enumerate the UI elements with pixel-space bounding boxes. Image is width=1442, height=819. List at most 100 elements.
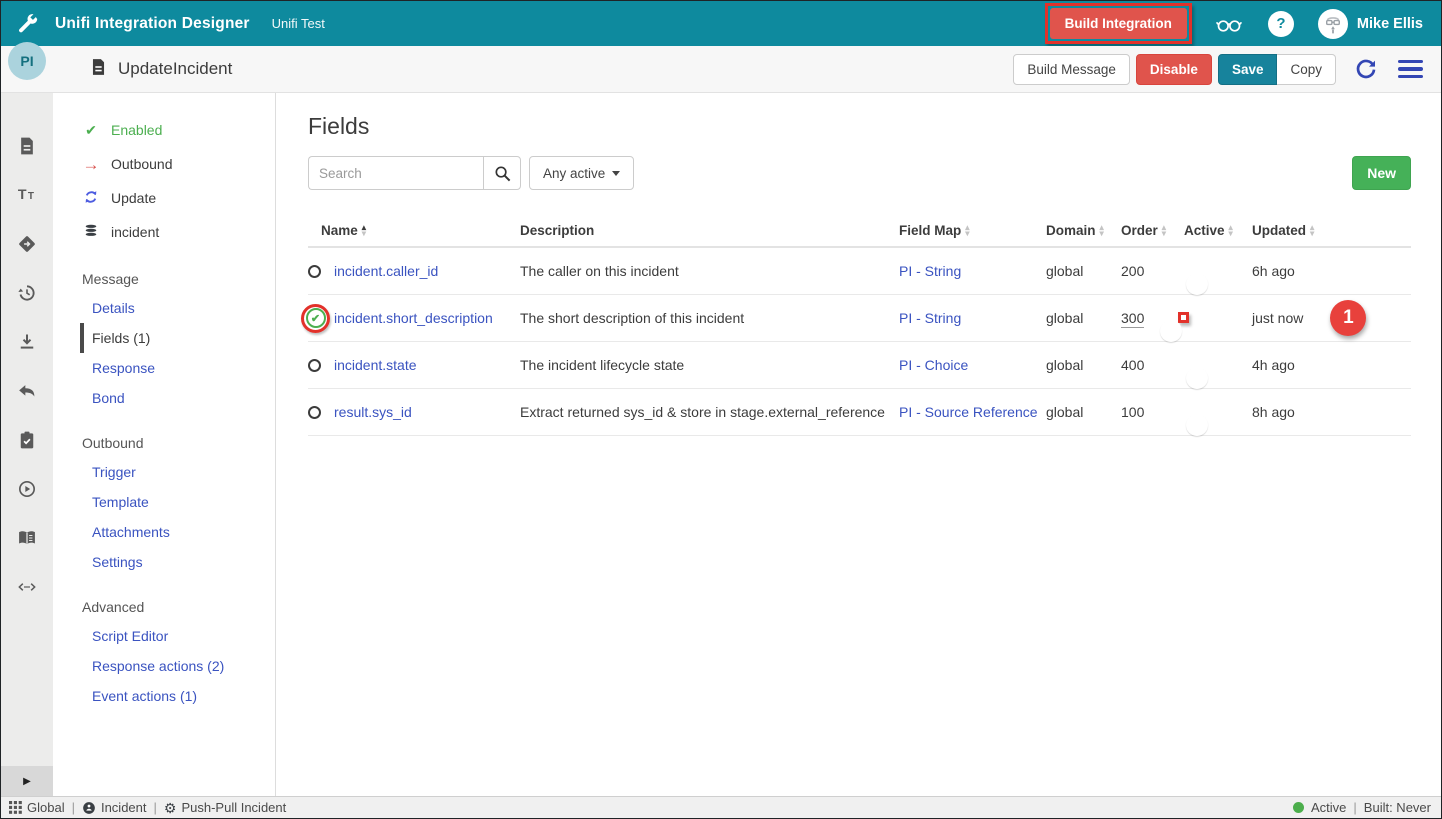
field-order: 400 bbox=[1121, 357, 1184, 373]
annotation-box-build-integration: Build Integration bbox=[1045, 3, 1192, 44]
download-icon[interactable] bbox=[16, 331, 38, 353]
search-icon[interactable] bbox=[483, 156, 521, 190]
sort-carets-icon: ▴▾ bbox=[1229, 224, 1233, 236]
nav-status-enabled[interactable]: ✔ Enabled bbox=[53, 113, 275, 147]
column-header-description[interactable]: Description bbox=[520, 223, 899, 238]
rail-collapse-button[interactable]: ▶ bbox=[1, 766, 53, 796]
refresh-icon[interactable] bbox=[1354, 57, 1378, 81]
table-header-row: Name ▴▾ Description Field Map ▴▾ Domain … bbox=[308, 214, 1411, 248]
nav-item-event-actions[interactable]: Event actions (1) bbox=[53, 681, 275, 711]
active-filter-dropdown[interactable]: Any active bbox=[529, 156, 634, 190]
field-name-link[interactable]: incident.state bbox=[334, 357, 417, 373]
field-domain: global bbox=[1046, 310, 1121, 326]
document-title-icon bbox=[89, 56, 108, 83]
nav-item-response-actions[interactable]: Response actions (2) bbox=[53, 651, 275, 681]
column-header-active[interactable]: Active ▴▾ bbox=[1184, 223, 1252, 238]
main-content: Fields Any active New bbox=[276, 93, 1441, 796]
nav-item-fields[interactable]: Fields (1) bbox=[80, 323, 275, 353]
column-header-name[interactable]: Name ▴▾ bbox=[308, 223, 520, 238]
field-map-link[interactable]: PI - Choice bbox=[899, 357, 968, 373]
column-header-domain[interactable]: Domain ▴▾ bbox=[1046, 223, 1121, 238]
build-integration-button[interactable]: Build Integration bbox=[1050, 8, 1187, 39]
nav-item-response[interactable]: Response bbox=[53, 353, 275, 383]
process-avatar[interactable]: PI bbox=[8, 42, 46, 80]
environment-title[interactable]: Unifi Test bbox=[272, 16, 325, 31]
book-icon[interactable] bbox=[16, 527, 38, 549]
application-icon bbox=[82, 801, 96, 815]
row-status-icon bbox=[308, 359, 334, 372]
preview-glasses-icon[interactable] bbox=[1214, 12, 1244, 36]
app-title: Unifi Integration Designer bbox=[55, 15, 250, 33]
nav-item-bond[interactable]: Bond bbox=[53, 383, 275, 413]
play-circle-icon[interactable] bbox=[16, 478, 38, 500]
field-domain: global bbox=[1046, 357, 1121, 373]
fields-table: Name ▴▾ Description Field Map ▴▾ Domain … bbox=[308, 214, 1411, 436]
menu-icon[interactable] bbox=[1398, 60, 1423, 79]
database-icon bbox=[82, 223, 100, 242]
svg-text:T: T bbox=[28, 191, 34, 202]
nav-item-template[interactable]: Template bbox=[53, 487, 275, 517]
nav-status-direction[interactable]: → Outbound bbox=[53, 147, 275, 181]
search-input[interactable] bbox=[308, 156, 483, 190]
column-header-updated[interactable]: Updated ▴▾ bbox=[1252, 223, 1411, 238]
directions-icon[interactable] bbox=[16, 233, 38, 255]
sort-carets-icon: ▴▾ bbox=[965, 224, 969, 236]
table-row: result.sys_id Extract returned sys_id & … bbox=[308, 389, 1411, 436]
scope-selector[interactable]: Global bbox=[9, 800, 65, 815]
field-updated: 6h ago bbox=[1252, 263, 1411, 279]
history-icon[interactable] bbox=[16, 282, 38, 304]
integration-selector[interactable]: ⚙ Push-Pull Incident bbox=[164, 800, 286, 815]
nav-status-update[interactable]: Update bbox=[53, 181, 275, 215]
column-header-order[interactable]: Order ▴▾ bbox=[1121, 223, 1184, 238]
build-message-button[interactable]: Build Message bbox=[1013, 54, 1130, 85]
row-status-icon bbox=[308, 406, 334, 419]
nav-item-settings[interactable]: Settings bbox=[53, 547, 275, 577]
field-order: 200 bbox=[1121, 263, 1184, 279]
nav-section-outbound: Outbound bbox=[53, 435, 275, 451]
field-description: The caller on this incident bbox=[520, 263, 899, 279]
field-name-link[interactable]: incident.short_description bbox=[334, 310, 493, 326]
new-button[interactable]: New bbox=[1352, 156, 1411, 190]
table-row: incident.state The incident lifecycle st… bbox=[308, 342, 1411, 389]
disable-button[interactable]: Disable bbox=[1136, 54, 1212, 85]
text-format-icon[interactable]: TT bbox=[16, 184, 38, 206]
copy-button[interactable]: Copy bbox=[1277, 54, 1336, 85]
annotation-box-toggle bbox=[1178, 312, 1189, 323]
integration-status: Active bbox=[1311, 800, 1346, 815]
built-status: Built: Never bbox=[1364, 800, 1431, 815]
nav-item-trigger[interactable]: Trigger bbox=[53, 457, 275, 487]
help-icon[interactable]: ? bbox=[1268, 11, 1294, 37]
code-icon[interactable] bbox=[16, 576, 38, 598]
save-button[interactable]: Save bbox=[1218, 54, 1278, 85]
status-dot-icon bbox=[1293, 802, 1304, 813]
field-map-link[interactable]: PI - String bbox=[899, 263, 961, 279]
chevron-down-icon bbox=[612, 171, 620, 176]
wrench-icon[interactable] bbox=[1, 12, 55, 36]
field-name-link[interactable]: result.sys_id bbox=[334, 404, 412, 420]
field-domain: global bbox=[1046, 404, 1121, 420]
user-menu[interactable]: Mike Ellis bbox=[1318, 9, 1423, 39]
field-order: 300 bbox=[1121, 310, 1144, 328]
svg-text:T: T bbox=[18, 187, 27, 203]
reply-icon[interactable] bbox=[16, 380, 38, 402]
sort-carets-icon: ▴▾ bbox=[362, 224, 366, 236]
nav-status-table[interactable]: incident bbox=[53, 215, 275, 249]
gear-icon: ⚙ bbox=[164, 801, 177, 815]
tasks-icon[interactable] bbox=[16, 429, 38, 451]
field-name-link[interactable]: incident.caller_id bbox=[334, 263, 438, 279]
nav-item-attachments[interactable]: Attachments bbox=[53, 517, 275, 547]
column-header-field-map[interactable]: Field Map ▴▾ bbox=[899, 223, 1046, 238]
field-domain: global bbox=[1046, 263, 1121, 279]
field-map-link[interactable]: PI - String bbox=[899, 310, 961, 326]
record-title: UpdateIncident bbox=[118, 59, 232, 79]
document-icon[interactable] bbox=[16, 135, 38, 157]
field-updated: just now 1 bbox=[1252, 300, 1411, 336]
field-map-link[interactable]: PI - Source Reference bbox=[899, 404, 1038, 420]
annotation-step-badge: 1 bbox=[1330, 300, 1366, 336]
application-selector[interactable]: Incident bbox=[82, 800, 147, 815]
nav-item-script-editor[interactable]: Script Editor bbox=[53, 621, 275, 651]
nav-item-details[interactable]: Details bbox=[53, 293, 275, 323]
field-description: The incident lifecycle state bbox=[520, 357, 899, 373]
sort-carets-icon: ▴▾ bbox=[1100, 224, 1104, 236]
row-status-icon: ✔ bbox=[308, 304, 334, 333]
